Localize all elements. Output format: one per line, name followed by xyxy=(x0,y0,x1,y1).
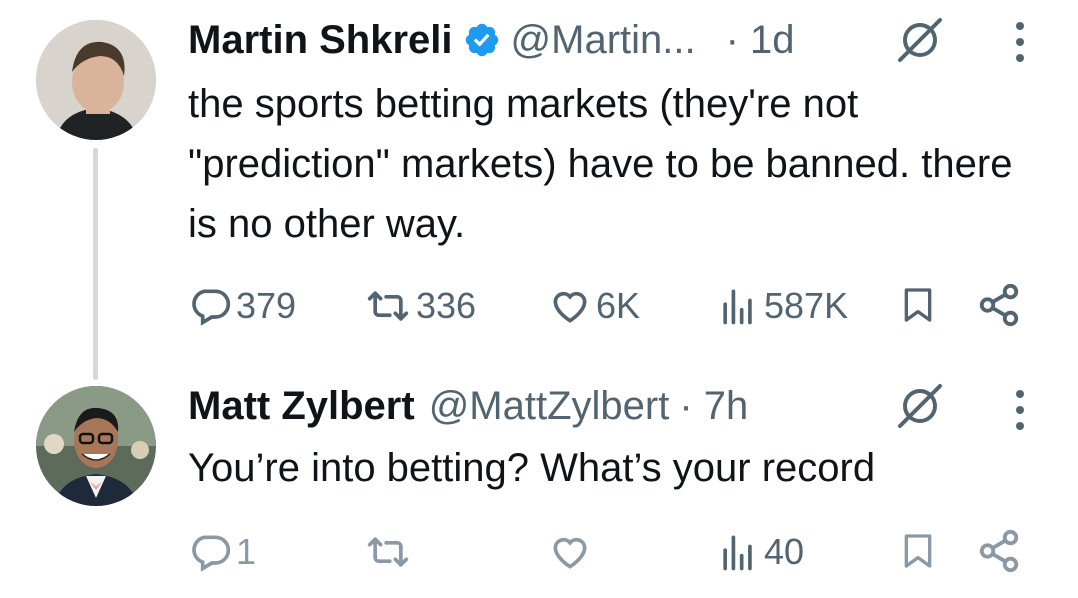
like-icon xyxy=(553,537,587,569)
reply-button[interactable]: 1 xyxy=(188,530,256,574)
grok-icon[interactable] xyxy=(896,382,944,430)
more-icon[interactable] xyxy=(1012,20,1028,64)
views-count: 587K xyxy=(764,285,849,326)
reply-icon xyxy=(192,535,231,572)
bookmark-icon xyxy=(904,534,932,568)
share-button[interactable] xyxy=(976,282,1022,328)
repost-button[interactable] xyxy=(364,530,412,574)
timestamp[interactable]: · 7h xyxy=(679,382,748,430)
views-button[interactable]: 40 xyxy=(716,530,804,574)
tweet-header: Martin Shkreli @Martin... · 1d xyxy=(188,16,795,64)
repost-count: 336 xyxy=(416,285,477,326)
more-icon[interactable] xyxy=(1012,388,1028,432)
author-name[interactable]: Martin Shkreli xyxy=(188,16,453,64)
like-button[interactable]: 6K xyxy=(548,284,640,328)
avatar-martin[interactable] xyxy=(36,20,156,140)
share-button[interactable] xyxy=(976,528,1022,574)
like-button[interactable] xyxy=(548,530,592,574)
like-count: 6K xyxy=(596,285,641,326)
reply-icon xyxy=(192,289,231,326)
author-name[interactable]: Matt Zylbert xyxy=(188,382,415,430)
reply-button[interactable]: 379 xyxy=(188,284,296,328)
views-icon xyxy=(723,289,752,325)
share-icon xyxy=(979,529,1019,573)
tweet-text: the sports betting markets (they're not … xyxy=(188,82,1013,246)
bookmark-button[interactable] xyxy=(898,282,938,328)
tweet-header: Matt Zylbert @MattZylbert · 7h xyxy=(188,382,748,430)
repost-icon xyxy=(367,291,409,321)
thread-line xyxy=(93,148,98,380)
repost-button[interactable]: 336 xyxy=(364,284,476,328)
author-handle[interactable]: @MattZylbert xyxy=(429,382,670,430)
bookmark-button[interactable] xyxy=(898,528,938,574)
views-icon xyxy=(723,535,752,571)
repost-icon xyxy=(367,537,409,567)
verified-badge-icon xyxy=(463,21,501,59)
tweet-text: You’re into betting? What’s your record xyxy=(188,446,876,490)
like-icon xyxy=(553,291,587,323)
views-count: 40 xyxy=(764,531,805,572)
views-button[interactable]: 587K xyxy=(716,284,848,328)
author-handle[interactable]: @Martin... xyxy=(511,16,696,64)
share-icon xyxy=(979,283,1019,327)
avatar-matt[interactable] xyxy=(36,386,156,506)
reply-count: 379 xyxy=(236,285,297,326)
bookmark-icon xyxy=(904,288,932,322)
reply-count: 1 xyxy=(236,531,257,572)
timestamp[interactable]: · 1d xyxy=(726,16,795,64)
grok-icon[interactable] xyxy=(896,16,944,64)
